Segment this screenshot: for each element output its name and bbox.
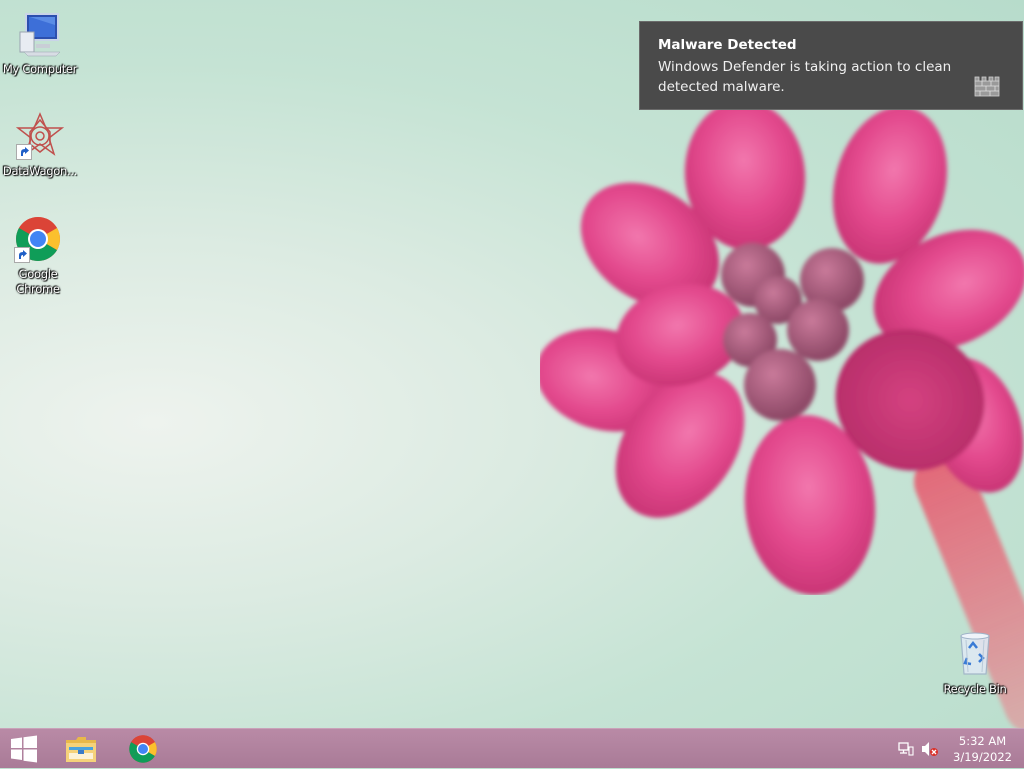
file-explorer-icon xyxy=(66,737,96,762)
icon-label: Google Chrome xyxy=(16,267,60,296)
notification-body: Windows Defender is taking action to cle… xyxy=(658,59,952,95)
chrome-icon xyxy=(129,735,157,763)
icon-label: DataWagon... xyxy=(2,164,78,178)
desktop: My Computer DataWagon... Google Chrome R… xyxy=(0,0,1024,728)
recycle-bin-icon xyxy=(951,630,999,678)
clock-date: 3/19/2022 xyxy=(953,750,1012,764)
shortcut-arrow-icon xyxy=(16,144,32,160)
notification-title: Malware Detected xyxy=(658,37,797,53)
desktop-icon-datawagon[interactable]: DataWagon... xyxy=(0,112,80,179)
network-icon xyxy=(898,742,914,756)
clock-time: 5:32 AM xyxy=(958,734,1007,748)
taskbar-chrome[interactable] xyxy=(119,729,167,769)
wallpaper-flower xyxy=(540,100,1024,595)
start-button[interactable] xyxy=(0,729,48,769)
malware-notification[interactable]: Malware Detected Windows Defender is tak… xyxy=(639,21,1023,110)
volume-muted-icon xyxy=(922,742,938,756)
tray-volume[interactable] xyxy=(920,729,940,769)
datawagon-icon xyxy=(15,112,65,160)
taskbar: 5:32 AM 3/19/2022 xyxy=(0,728,1024,768)
taskbar-clock[interactable]: 5:32 AM 3/19/2022 xyxy=(953,733,1012,765)
desktop-icon-recycle-bin[interactable]: Recycle Bin xyxy=(935,630,1015,697)
icon-label: My Computer xyxy=(2,62,78,76)
desktop-icon-my-computer[interactable]: My Computer xyxy=(0,10,80,77)
desktop-icon-google-chrome[interactable]: Google Chrome xyxy=(0,215,78,297)
computer-icon xyxy=(16,10,64,58)
icon-label: Recycle Bin xyxy=(943,682,1007,696)
windows-start-icon xyxy=(11,735,37,763)
shortcut-arrow-icon xyxy=(14,247,30,263)
tray-network[interactable] xyxy=(896,729,916,769)
defender-castle-icon xyxy=(974,75,1000,97)
taskbar-file-explorer[interactable] xyxy=(57,729,105,769)
chrome-icon xyxy=(14,215,62,263)
